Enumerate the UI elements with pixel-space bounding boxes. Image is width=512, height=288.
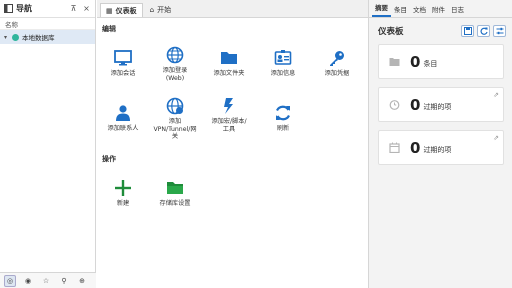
summary-tab-bar: 摘要 条目 文档 附件 日志 — [369, 0, 512, 18]
tab-start[interactable]: ⌂ 开始 — [145, 3, 176, 17]
dashboard-header: 仪表板 — [369, 18, 512, 44]
refresh-small-icon — [480, 27, 488, 35]
tree-item-local-database[interactable]: ▾ 本地数据库 — [0, 30, 95, 44]
navigation-view-icon[interactable]: ◎ — [4, 274, 16, 287]
database-label: 本地数据库 — [22, 34, 55, 42]
repository-folder-icon — [167, 182, 183, 194]
tab-attachments[interactable]: 附件 — [429, 4, 448, 17]
add-information-label: 添加信息 — [270, 70, 296, 77]
settings-button[interactable] — [493, 25, 506, 37]
add-web-login-label: 添加登录 (Web) — [162, 67, 188, 82]
pin-icon[interactable]: ⊼ — [69, 4, 78, 13]
add-credential-label: 添加凭据 — [324, 70, 350, 77]
tab-logs[interactable]: 日志 — [448, 4, 467, 17]
tab-dashboard[interactable]: ▦ 仪表板 — [100, 3, 143, 17]
add-macro-label: 添加宏/脚本/ 工具 — [211, 118, 247, 133]
entries-unit: 条目 — [423, 60, 438, 68]
add-information-button[interactable]: 添加信息 — [257, 49, 309, 78]
tab-documents[interactable]: 文档 — [410, 4, 429, 17]
record-icon[interactable]: ◉ — [22, 275, 34, 287]
column-header-name[interactable]: 名称 — [0, 18, 95, 30]
add-contact-label: 添加联系人 — [107, 125, 139, 132]
dashboard-main: 编辑 添加会话 添加登录 (Web) 添加文件夹 添加信息 添加凭据 添加联系人… — [97, 19, 368, 288]
add-web-login-button[interactable]: 添加登录 (Web) — [149, 46, 201, 82]
sliders-icon — [496, 27, 503, 35]
add-contact-button[interactable]: 添加联系人 — [97, 104, 149, 133]
close-icon[interactable]: × — [82, 4, 91, 13]
entries-count: 0 — [410, 52, 421, 71]
actions-section-title: 操作 — [102, 155, 116, 163]
expiring-items-unit: 过期的项 — [423, 146, 452, 154]
repository-settings-label: 存储库设置 — [159, 200, 191, 207]
summary-panel: 摘要 条目 文档 附件 日志 仪表板 0 条目 0 过期的项 ⇗ 0 过期的项 … — [368, 0, 512, 288]
person-icon — [116, 105, 130, 121]
refresh-icon — [276, 105, 290, 121]
navigation-bottom-bar: ◎ ◉ ☆ ⚲ ⊕ — [0, 272, 96, 288]
edit-section-title: 编辑 — [102, 25, 116, 33]
navigation-icon — [4, 4, 13, 13]
new-label: 新建 — [116, 200, 130, 207]
open-external-icon[interactable]: ⇗ — [493, 134, 499, 142]
refresh-label: 刷新 — [276, 125, 290, 132]
entries-card[interactable]: 0 条目 — [378, 44, 504, 79]
tab-summary[interactable]: 摘要 — [372, 2, 391, 17]
contact-card-icon — [274, 50, 292, 65]
entries-icon — [389, 58, 400, 66]
expired-items-unit: 过期的项 — [423, 103, 452, 111]
expired-items-card[interactable]: 0 过期的项 ⇗ — [378, 87, 504, 122]
expiring-items-card[interactable]: 0 过期的项 ⇗ — [378, 130, 504, 165]
add-folder-button[interactable]: 添加文件夹 — [203, 49, 255, 78]
add-credential-button[interactable]: 添加凭据 — [311, 49, 363, 78]
vpn-globe-icon — [166, 97, 184, 115]
expiring-items-count: 0 — [410, 138, 421, 157]
add-macro-button[interactable]: 添加宏/脚本/ 工具 — [203, 97, 255, 133]
add-session-button[interactable]: 添加会话 — [97, 49, 149, 78]
navigation-title: 导航 — [16, 4, 32, 13]
save-icon — [463, 27, 472, 35]
tab-dashboard-label: 仪表板 — [115, 6, 137, 15]
database-icon — [12, 33, 19, 41]
macro-icon — [224, 98, 233, 114]
dashboard-tab-icon: ▦ — [106, 6, 113, 15]
add-session-label: 添加会话 — [110, 70, 136, 77]
add-vpn-label: 添加 VPN/Tunnel/网 关 — [153, 118, 197, 140]
repository-settings-button[interactable]: 存储库设置 — [149, 179, 201, 208]
tab-entries[interactable]: 条目 — [391, 4, 410, 17]
document-tab-bar: ▦ 仪表板 ⌂ 开始 — [97, 0, 368, 18]
key-icon — [330, 51, 344, 66]
tab-start-label: 开始 — [157, 6, 172, 14]
new-button[interactable]: 新建 — [97, 179, 149, 208]
globe-small-icon[interactable]: ⊕ — [76, 275, 88, 287]
plus-icon — [115, 180, 131, 196]
monitor-icon — [114, 50, 132, 66]
add-vpn-button[interactable]: 添加 VPN/Tunnel/网 关 — [149, 97, 201, 141]
star-icon[interactable]: ☆ — [40, 275, 52, 287]
open-external-icon[interactable]: ⇗ — [493, 91, 499, 99]
refresh-dashboard-button[interactable] — [477, 25, 490, 37]
dashboard-title: 仪表板 — [378, 27, 404, 37]
home-icon: ⌂ — [149, 6, 155, 14]
save-button[interactable] — [461, 25, 474, 37]
search-icon[interactable]: ⚲ — [58, 275, 70, 287]
navigation-header: 导航 ⊼ × — [0, 0, 95, 18]
folder-icon — [221, 52, 237, 64]
add-folder-label: 添加文件夹 — [213, 70, 245, 77]
alarm-icon — [389, 100, 400, 110]
calendar-icon — [389, 142, 400, 153]
refresh-button[interactable]: 刷新 — [257, 104, 309, 133]
expired-items-count: 0 — [410, 95, 421, 114]
globe-icon — [166, 46, 184, 64]
expand-icon[interactable]: ▾ — [4, 34, 10, 41]
navigation-panel: 导航 ⊼ × 名称 ▾ 本地数据库 ◎ ◉ ☆ ⚲ ⊕ — [0, 0, 96, 288]
